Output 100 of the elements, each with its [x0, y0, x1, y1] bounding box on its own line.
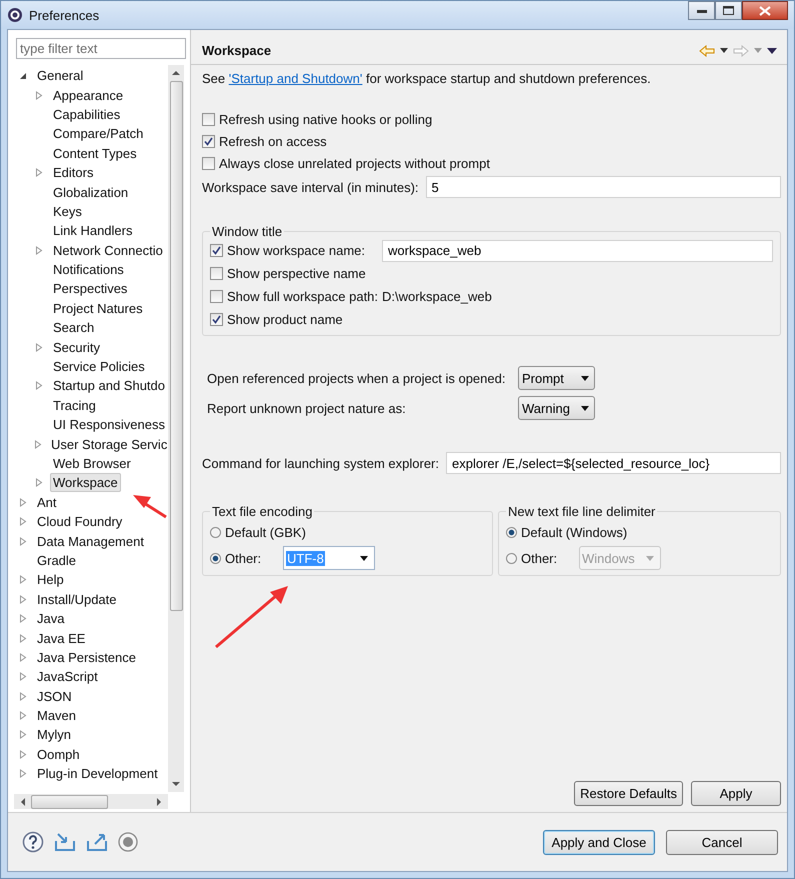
- scroll-right-icon[interactable]: [157, 798, 162, 806]
- collapsed-icon[interactable]: [34, 381, 43, 390]
- export-icon[interactable]: [86, 832, 108, 852]
- maximize-button[interactable]: [715, 1, 742, 20]
- minimize-button[interactable]: [688, 1, 715, 20]
- tree-item[interactable]: Appearance: [50, 86, 126, 105]
- page-button[interactable]: Restore Defaults: [574, 781, 683, 806]
- tree-item[interactable]: Network Connectio: [50, 240, 166, 260]
- dropdown[interactable]: Prompt: [518, 366, 595, 390]
- collapsed-icon[interactable]: [19, 652, 27, 662]
- checkbox[interactable]: [210, 313, 223, 326]
- scroll-thumb[interactable]: [170, 81, 182, 611]
- radio-button[interactable]: [506, 552, 517, 564]
- collapsed-icon[interactable]: [19, 769, 27, 778]
- tree-item[interactable]: Data Management: [34, 532, 147, 551]
- radio-button[interactable]: [506, 526, 517, 538]
- record-icon[interactable]: [118, 832, 138, 852]
- collapsed-icon[interactable]: [19, 614, 27, 624]
- tree-item[interactable]: Web Browser: [50, 454, 134, 473]
- dropdown[interactable]: Warning: [518, 396, 595, 420]
- tree-item[interactable]: Service Policies: [50, 357, 148, 376]
- tree-item[interactable]: Tracing: [50, 396, 99, 415]
- tree-item[interactable]: JSON: [34, 686, 75, 706]
- dialog-button[interactable]: Cancel: [666, 830, 778, 854]
- tree-item[interactable]: Capabilities: [50, 104, 124, 124]
- radio-button[interactable]: [210, 552, 221, 564]
- checkbox[interactable]: [210, 290, 223, 303]
- tree-item[interactable]: Mylyn: [34, 725, 74, 744]
- checkbox[interactable]: [202, 156, 215, 170]
- tree-item[interactable]: Search: [50, 318, 98, 338]
- expanded-icon[interactable]: [19, 71, 27, 80]
- collapsed-icon[interactable]: [34, 440, 42, 449]
- close-button[interactable]: [742, 1, 788, 20]
- tree-item[interactable]: Link Handlers: [50, 221, 136, 240]
- checkbox[interactable]: [210, 267, 223, 280]
- collapsed-icon[interactable]: [19, 517, 27, 526]
- menu-caret-icon[interactable]: [767, 48, 777, 54]
- tree-item[interactable]: Globalization: [50, 182, 132, 202]
- vertical-scrollbar[interactable]: [168, 65, 184, 792]
- collapsed-icon[interactable]: [35, 246, 43, 255]
- tree-item[interactable]: General: [34, 66, 86, 86]
- radio-button[interactable]: [210, 526, 221, 538]
- collapsed-icon[interactable]: [19, 498, 27, 507]
- tree-item[interactable]: Plug-in Development: [34, 764, 161, 784]
- scroll-thumb[interactable]: [31, 794, 108, 808]
- tree-item[interactable]: JavaScript: [34, 667, 101, 686]
- page-button[interactable]: Apply: [691, 781, 781, 806]
- tree-item[interactable]: Content Types: [50, 144, 140, 163]
- tree-item[interactable]: Ant: [34, 492, 60, 512]
- tree-item[interactable]: Startup and Shutdo: [50, 376, 168, 396]
- forward-arrow-icon[interactable]: [733, 44, 749, 56]
- tree-item[interactable]: Editors: [50, 163, 96, 182]
- collapsed-icon[interactable]: [19, 536, 27, 546]
- tree-item[interactable]: Keys: [50, 202, 85, 221]
- tree-item[interactable]: Oomph: [34, 744, 83, 764]
- interval-field[interactable]: 5: [426, 176, 781, 198]
- collapsed-icon[interactable]: [19, 730, 27, 740]
- tree-item[interactable]: Perspectives: [50, 279, 130, 298]
- explorer-command-field[interactable]: explorer /E,/select=${selected_resource_loc}: [446, 452, 781, 474]
- checkbox[interactable]: [202, 112, 215, 126]
- tree-item[interactable]: Security: [50, 338, 103, 357]
- collapsed-icon[interactable]: [35, 168, 43, 178]
- tree-item[interactable]: UI Responsiveness: [50, 415, 168, 434]
- tree-item[interactable]: Compare/Patch: [50, 124, 146, 144]
- import-icon[interactable]: [54, 832, 76, 852]
- tree-item[interactable]: Gradle: [34, 550, 80, 570]
- workspace-name-field[interactable]: workspace_web: [382, 240, 773, 262]
- tree-item[interactable]: Java EE: [34, 628, 88, 648]
- collapsed-icon[interactable]: [35, 342, 43, 352]
- checkbox[interactable]: [210, 244, 223, 257]
- collapsed-icon[interactable]: [35, 90, 43, 100]
- tree-item[interactable]: Project Natures: [50, 298, 146, 318]
- collapsed-icon[interactable]: [19, 575, 27, 584]
- collapsed-icon[interactable]: [19, 594, 27, 604]
- tree-item[interactable]: Workspace: [50, 473, 121, 492]
- tree-item[interactable]: Cloud Foundry: [34, 512, 126, 532]
- collapsed-icon[interactable]: [35, 478, 43, 488]
- scroll-left-icon[interactable]: [20, 798, 25, 806]
- tree-item[interactable]: Java Persistence: [34, 648, 139, 667]
- help-icon[interactable]: [22, 831, 44, 853]
- startup-link[interactable]: 'Startup and Shutdown': [228, 71, 362, 86]
- collapsed-icon[interactable]: [19, 692, 27, 701]
- checkbox[interactable]: [202, 134, 215, 148]
- tree-item[interactable]: Java: [34, 609, 68, 628]
- tree-item[interactable]: Notifications: [50, 260, 127, 280]
- scroll-down-icon[interactable]: [172, 782, 180, 787]
- collapsed-icon[interactable]: [19, 634, 27, 643]
- back-arrow-icon[interactable]: [699, 44, 715, 56]
- collapsed-icon[interactable]: [19, 711, 27, 720]
- tree-item[interactable]: Maven: [34, 706, 80, 726]
- scroll-up-icon[interactable]: [172, 70, 180, 75]
- dialog-button[interactable]: Apply and Close: [543, 830, 655, 854]
- tree-item[interactable]: User Storage Servic: [48, 434, 168, 454]
- horizontal-scrollbar[interactable]: [14, 794, 168, 809]
- caret-icon[interactable]: [720, 48, 728, 53]
- filter-field[interactable]: type filter text: [16, 38, 186, 59]
- tree-item[interactable]: Install/Update: [34, 590, 120, 609]
- tree-item[interactable]: Help: [34, 570, 67, 590]
- collapsed-icon[interactable]: [19, 672, 27, 682]
- collapsed-icon[interactable]: [19, 750, 27, 759]
